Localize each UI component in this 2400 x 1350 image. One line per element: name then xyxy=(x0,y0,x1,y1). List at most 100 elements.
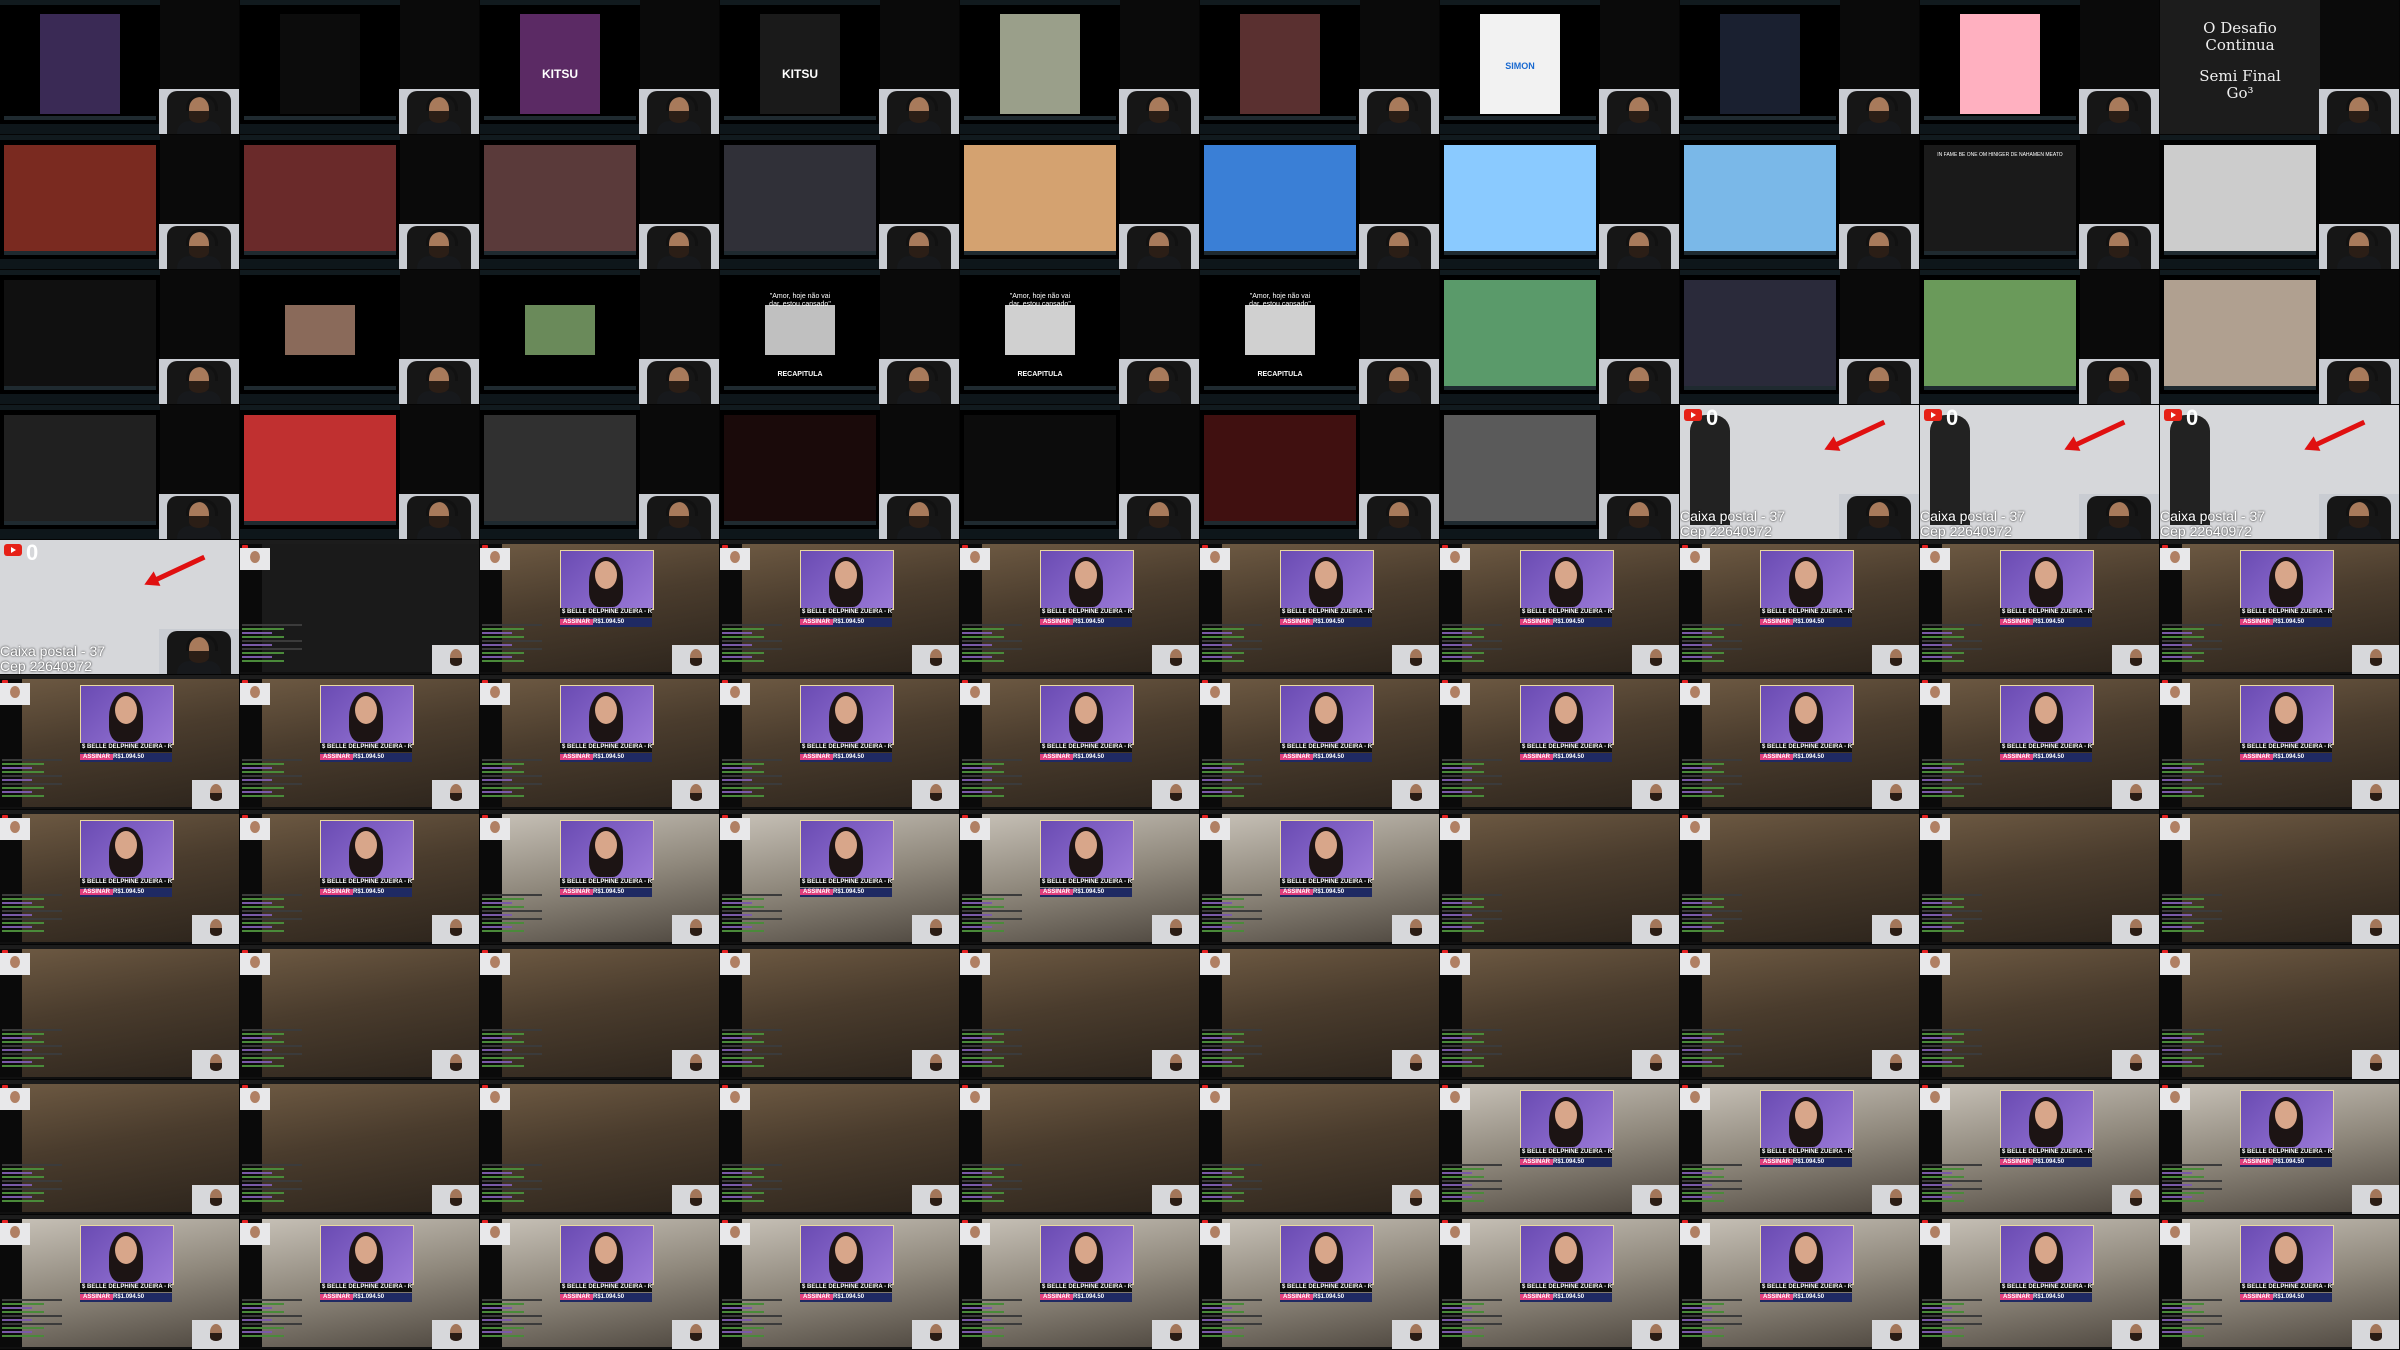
thumbnail[interactable] xyxy=(960,135,1200,270)
thumbnail[interactable]: KITSU xyxy=(720,0,960,135)
thumbnail[interactable]: $ BELLE DELPHINE ZUEIRA - R$10ASSINARR$1… xyxy=(2160,675,2400,810)
thumbnail[interactable]: 0 Caixa postal - 37 Cep 22640972 xyxy=(2160,405,2400,540)
thumbnail[interactable] xyxy=(1680,0,1920,135)
thumbnail[interactable]: $ BELLE DELPHINE ZUEIRA - R$10ASSINARR$1… xyxy=(480,810,720,945)
thumbnail[interactable]: $ BELLE DELPHINE ZUEIRA - R$10ASSINARR$1… xyxy=(1920,540,2160,675)
thumbnail[interactable]: $ BELLE DELPHINE ZUEIRA - R$10ASSINARR$1… xyxy=(960,675,1200,810)
thumbnail[interactable]: $ BELLE DELPHINE ZUEIRA - R$10ASSINARR$1… xyxy=(1200,810,1440,945)
thumbnail[interactable]: $ BELLE DELPHINE ZUEIRA - R$10ASSINARR$1… xyxy=(1680,675,1920,810)
thumbnail[interactable] xyxy=(1440,135,1680,270)
thumbnail[interactable]: $ BELLE DELPHINE ZUEIRA - R$10ASSINARR$1… xyxy=(1200,1215,1440,1350)
thumbnail[interactable]: $ BELLE DELPHINE ZUEIRA - R$10ASSINARR$1… xyxy=(1680,1215,1920,1350)
thumbnail[interactable] xyxy=(480,270,720,405)
thumbnail[interactable]: 0 Caixa postal - 37 Cep 22640972 xyxy=(1920,405,2160,540)
thumbnail[interactable]: 0 Caixa postal - 37 Cep 22640972 xyxy=(1680,405,1920,540)
thumbnail[interactable]: $ BELLE DELPHINE ZUEIRA - R$10ASSINARR$1… xyxy=(1920,675,2160,810)
thumbnail[interactable]: $ BELLE DELPHINE ZUEIRA - R$10ASSINARR$1… xyxy=(960,810,1200,945)
thumbnail[interactable] xyxy=(240,540,480,675)
thumbnail[interactable]: $ BELLE DELPHINE ZUEIRA - R$10ASSINARR$1… xyxy=(1680,540,1920,675)
thumbnail[interactable] xyxy=(960,405,1200,540)
thumbnail[interactable] xyxy=(1440,405,1680,540)
thumbnail[interactable] xyxy=(960,1080,1200,1215)
thumbnail[interactable]: "Amor, hoje não vai dar, estou cansado" RE… xyxy=(1200,270,1440,405)
thumbnail[interactable]: $ BELLE DELPHINE ZUEIRA - R$10ASSINARR$1… xyxy=(1200,675,1440,810)
thumbnail[interactable]: "Amor, hoje não vai dar, estou cansado" RE… xyxy=(960,270,1200,405)
thumbnail[interactable] xyxy=(240,0,480,135)
thumbnail[interactable]: $ BELLE DELPHINE ZUEIRA - R$10ASSINARR$1… xyxy=(240,1215,480,1350)
thumbnail[interactable]: $ BELLE DELPHINE ZUEIRA - R$10ASSINARR$1… xyxy=(0,1215,240,1350)
thumbnail[interactable]: $ BELLE DELPHINE ZUEIRA - R$10ASSINARR$1… xyxy=(240,810,480,945)
thumbnail[interactable] xyxy=(1200,405,1440,540)
thumbnail[interactable] xyxy=(1920,945,2160,1080)
thumbnail[interactable] xyxy=(0,270,240,405)
thumbnail[interactable]: $ BELLE DELPHINE ZUEIRA - R$10ASSINARR$1… xyxy=(720,1215,960,1350)
thumbnail[interactable] xyxy=(1440,945,1680,1080)
thumbnail[interactable] xyxy=(480,1080,720,1215)
thumbnail[interactable] xyxy=(240,270,480,405)
thumbnail[interactable] xyxy=(1920,810,2160,945)
thumbnail[interactable] xyxy=(2160,135,2400,270)
thumbnail[interactable] xyxy=(1200,0,1440,135)
thumbnail[interactable] xyxy=(1200,1080,1440,1215)
thumbnail[interactable] xyxy=(240,405,480,540)
thumbnail[interactable]: $ BELLE DELPHINE ZUEIRA - R$10ASSINARR$1… xyxy=(0,810,240,945)
thumbnail[interactable]: IN FAME BE ONE OM HINIGER DE NAHAMEN MEA… xyxy=(1920,135,2160,270)
thumbnail[interactable]: $ BELLE DELPHINE ZUEIRA - R$10ASSINARR$1… xyxy=(240,675,480,810)
thumbnail[interactable]: $ BELLE DELPHINE ZUEIRA - R$10ASSINARR$1… xyxy=(480,675,720,810)
thumbnail[interactable] xyxy=(480,135,720,270)
thumbnail[interactable] xyxy=(720,405,960,540)
thumbnail[interactable] xyxy=(240,945,480,1080)
thumbnail[interactable] xyxy=(960,945,1200,1080)
thumbnail[interactable]: $ BELLE DELPHINE ZUEIRA - R$10ASSINARR$1… xyxy=(1440,1080,1680,1215)
thumbnail[interactable] xyxy=(2160,270,2400,405)
thumbnail[interactable] xyxy=(2160,810,2400,945)
thumbnail[interactable] xyxy=(1200,945,1440,1080)
thumbnail[interactable] xyxy=(960,0,1200,135)
thumbnail[interactable] xyxy=(480,405,720,540)
thumbnail[interactable]: $ BELLE DELPHINE ZUEIRA - R$10ASSINARR$1… xyxy=(720,540,960,675)
thumbnail[interactable] xyxy=(720,135,960,270)
thumbnail[interactable]: O Desafio Continua Semi Final Go³ xyxy=(2160,0,2400,135)
thumbnail[interactable] xyxy=(0,945,240,1080)
thumbnail[interactable]: $ BELLE DELPHINE ZUEIRA - R$10ASSINARR$1… xyxy=(2160,1080,2400,1215)
thumbnail[interactable]: $ BELLE DELPHINE ZUEIRA - R$10ASSINARR$1… xyxy=(720,810,960,945)
thumbnail[interactable] xyxy=(1200,135,1440,270)
thumbnail[interactable] xyxy=(1680,135,1920,270)
thumbnail[interactable] xyxy=(2160,945,2400,1080)
thumbnail[interactable] xyxy=(1440,810,1680,945)
thumbnail[interactable] xyxy=(1680,945,1920,1080)
thumbnail[interactable] xyxy=(1440,270,1680,405)
thumbnail[interactable] xyxy=(0,135,240,270)
thumbnail[interactable]: $ BELLE DELPHINE ZUEIRA - R$10ASSINARR$1… xyxy=(1920,1215,2160,1350)
thumbnail[interactable]: $ BELLE DELPHINE ZUEIRA - R$10ASSINARR$1… xyxy=(2160,1215,2400,1350)
thumbnail[interactable]: $ BELLE DELPHINE ZUEIRA - R$10ASSINARR$1… xyxy=(720,675,960,810)
thumbnail[interactable]: 0 Caixa postal - 37 Cep 22640972 xyxy=(0,540,240,675)
thumbnail[interactable] xyxy=(1680,810,1920,945)
thumbnail[interactable] xyxy=(720,945,960,1080)
thumbnail[interactable]: $ BELLE DELPHINE ZUEIRA - R$10ASSINARR$1… xyxy=(480,540,720,675)
thumbnail[interactable]: SIMON xyxy=(1440,0,1680,135)
thumbnail[interactable] xyxy=(0,405,240,540)
thumbnail[interactable]: $ BELLE DELPHINE ZUEIRA - R$10ASSINARR$1… xyxy=(480,1215,720,1350)
thumbnail[interactable]: $ BELLE DELPHINE ZUEIRA - R$10ASSINARR$1… xyxy=(1440,675,1680,810)
thumbnail[interactable]: KITSU xyxy=(480,0,720,135)
thumbnail[interactable] xyxy=(1680,270,1920,405)
thumbnail[interactable] xyxy=(240,135,480,270)
thumbnail[interactable]: $ BELLE DELPHINE ZUEIRA - R$10ASSINARR$1… xyxy=(1680,1080,1920,1215)
thumbnail[interactable]: $ BELLE DELPHINE ZUEIRA - R$10ASSINARR$1… xyxy=(1440,540,1680,675)
thumbnail[interactable] xyxy=(720,1080,960,1215)
thumbnail[interactable] xyxy=(0,1080,240,1215)
thumbnail[interactable]: $ BELLE DELPHINE ZUEIRA - R$10ASSINARR$1… xyxy=(1920,1080,2160,1215)
thumbnail[interactable] xyxy=(240,1080,480,1215)
thumbnail[interactable] xyxy=(480,945,720,1080)
thumbnail[interactable]: $ BELLE DELPHINE ZUEIRA - R$10ASSINARR$1… xyxy=(960,540,1200,675)
thumbnail[interactable]: $ BELLE DELPHINE ZUEIRA - R$10ASSINARR$1… xyxy=(960,1215,1200,1350)
thumbnail[interactable]: "Amor, hoje não vai dar, estou cansado" RE… xyxy=(720,270,960,405)
thumbnail[interactable] xyxy=(1920,0,2160,135)
thumbnail[interactable] xyxy=(1920,270,2160,405)
thumbnail[interactable]: $ BELLE DELPHINE ZUEIRA - R$10ASSINARR$1… xyxy=(0,675,240,810)
thumbnail[interactable]: $ BELLE DELPHINE ZUEIRA - R$10ASSINARR$1… xyxy=(1440,1215,1680,1350)
thumbnail[interactable] xyxy=(0,0,240,135)
thumbnail[interactable]: $ BELLE DELPHINE ZUEIRA - R$10ASSINARR$1… xyxy=(2160,540,2400,675)
thumbnail[interactable]: $ BELLE DELPHINE ZUEIRA - R$10ASSINARR$1… xyxy=(1200,540,1440,675)
